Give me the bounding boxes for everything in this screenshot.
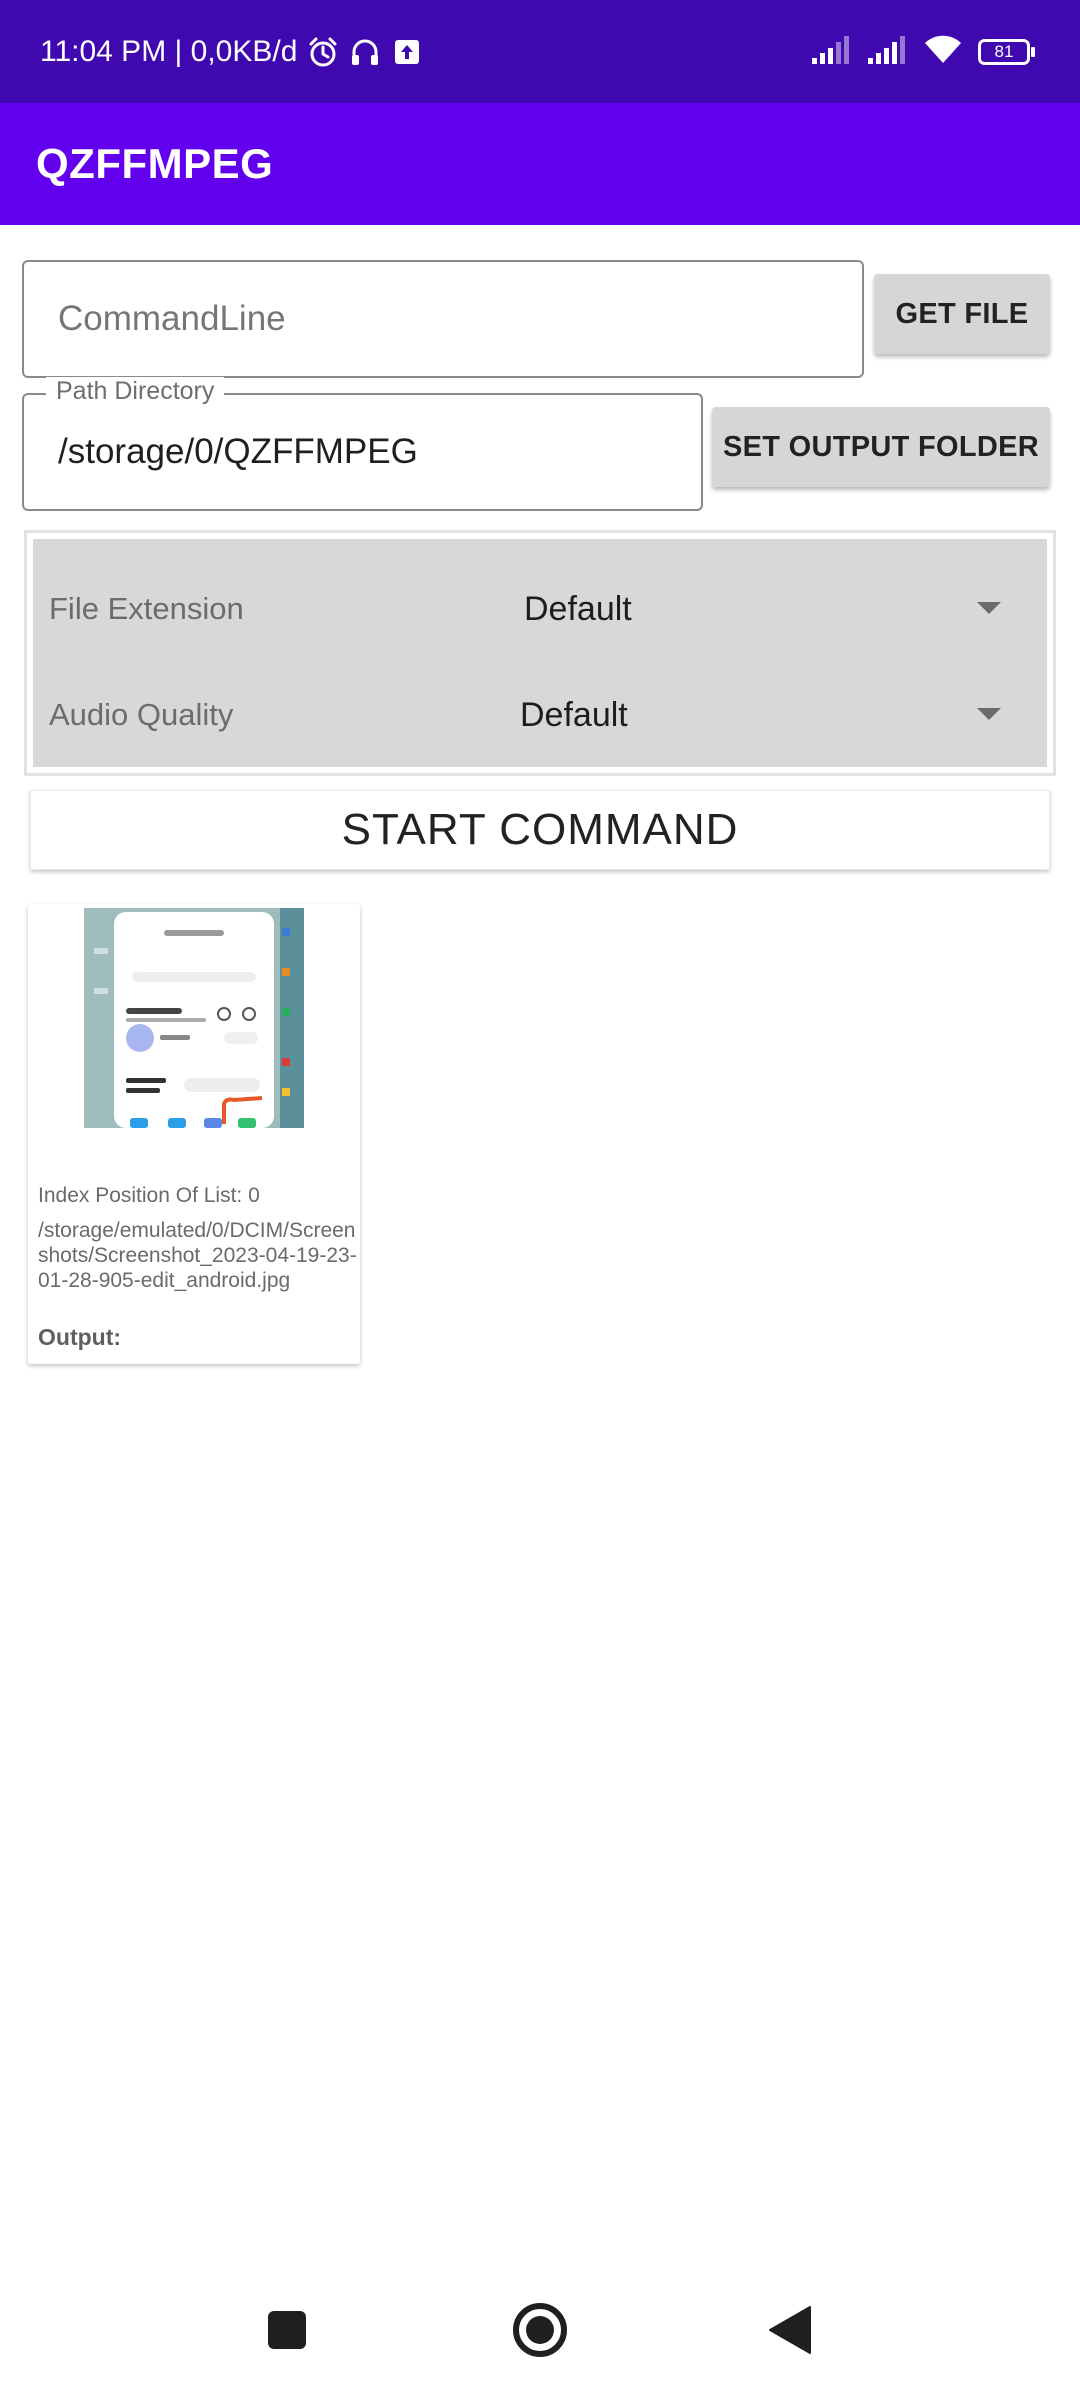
file-extension-label: File Extension: [49, 591, 244, 626]
headphones-icon: [349, 36, 381, 68]
audio-quality-spinner[interactable]: Audio Quality Default: [33, 663, 1047, 767]
battery-level: 81: [994, 41, 1014, 61]
alarm-icon: [307, 36, 339, 68]
status-right: 81: [812, 0, 1036, 103]
recents-icon[interactable]: [237, 2260, 337, 2400]
chevron-down-icon[interactable]: [969, 663, 1009, 767]
file-extension-spinner[interactable]: File Extension Default: [33, 557, 1047, 661]
file-path-text: /storage/emulated/0/DCIM/Screenshots/Scr…: [38, 1219, 357, 1292]
audio-quality-value: Default: [520, 695, 628, 734]
wifi-icon: [924, 35, 962, 69]
path-directory-field[interactable]: Path Directory /storage/0/QZFFMPEG: [22, 377, 703, 511]
file-extension-value: Default: [524, 589, 632, 628]
output-label: Output:: [38, 1324, 122, 1350]
start-command-button[interactable]: START COMMAND: [30, 790, 1050, 870]
options-panel: File Extension Default Audio Quality Def…: [24, 530, 1056, 776]
command-line-field[interactable]: CommandLine: [22, 260, 864, 378]
path-directory-value: /storage/0/QZFFMPEG: [58, 432, 418, 471]
signal-icon: [812, 35, 852, 68]
options-panel-inner: File Extension Default Audio Quality Def…: [33, 539, 1047, 767]
upload-icon: [391, 36, 423, 68]
app-bar: QZFFMPEG: [0, 103, 1080, 225]
signal-icon: [868, 35, 908, 68]
status-left: 11:04 PM | 0,0KB/d: [40, 0, 423, 103]
home-icon[interactable]: [490, 2260, 590, 2400]
audio-quality-label: Audio Quality: [49, 697, 234, 732]
thumbnail-image: [84, 908, 304, 1128]
set-output-folder-button[interactable]: SET OUTPUT FOLDER: [712, 407, 1050, 487]
back-icon[interactable]: [740, 2260, 840, 2400]
navigation-bar: [0, 2260, 1080, 2400]
status-time: 11:04 PM | 0,0KB/d: [40, 34, 298, 68]
command-line-placeholder: CommandLine: [58, 299, 286, 338]
app-title: QZFFMPEG: [36, 140, 274, 187]
list-item[interactable]: Index Position Of List: 0 /storage/emula…: [28, 904, 360, 1364]
index-position-text: Index Position Of List: 0: [38, 1184, 260, 1207]
get-file-button[interactable]: GET FILE: [874, 274, 1050, 354]
chevron-down-icon[interactable]: [969, 557, 1009, 661]
battery-icon: 81: [978, 38, 1036, 65]
status-bar: 11:04 PM | 0,0KB/d 81: [0, 0, 1080, 103]
